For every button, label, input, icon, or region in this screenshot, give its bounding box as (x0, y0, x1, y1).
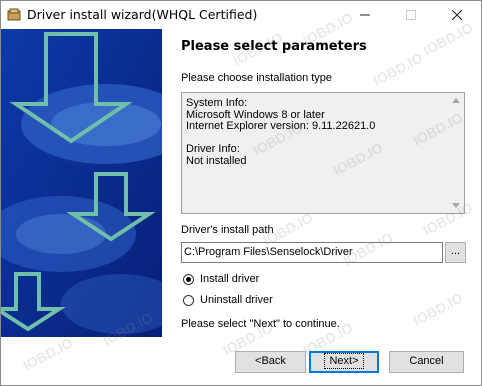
close-icon (452, 10, 462, 20)
minimize-icon (360, 14, 370, 16)
window-title: Driver install wizard(WHQL Certified) (27, 7, 258, 22)
install-driver-radio[interactable] (183, 274, 194, 285)
uninstall-driver-radio[interactable] (183, 295, 194, 306)
wizard-content: Please select parameters Please choose i… (162, 29, 481, 337)
browse-button[interactable]: ... (445, 242, 466, 263)
maximize-button[interactable] (388, 1, 434, 29)
scroll-down-icon[interactable] (452, 203, 460, 208)
continue-hint: Please select "Next" to continue. (181, 318, 340, 330)
scroll-up-icon[interactable] (452, 98, 460, 103)
title-bar: Driver install wizard(WHQL Certified) (1, 1, 481, 29)
install-path-label: Driver's install path (181, 224, 274, 236)
install-driver-label[interactable]: Install driver (200, 273, 259, 285)
maximize-icon (406, 10, 416, 20)
uninstall-driver-label[interactable]: Uninstall driver (200, 294, 273, 306)
wizard-banner (1, 29, 162, 337)
install-path-field[interactable]: C:\Program Files\Senselock\Driver (181, 242, 443, 263)
watermark: IOBD.IO (20, 334, 76, 374)
system-info-text: System Info: Microsoft Windows 8 or late… (186, 97, 376, 167)
minimize-button[interactable] (342, 1, 388, 29)
system-info-box[interactable]: System Info: Microsoft Windows 8 or late… (181, 92, 465, 214)
banner-graphic (1, 29, 162, 337)
app-icon (7, 8, 21, 21)
info-scrollbar[interactable] (449, 93, 464, 213)
back-button[interactable]: <Back (235, 351, 306, 373)
wizard-window: Driver install wizard(WHQL Certified) Pl… (0, 0, 482, 386)
cancel-button[interactable]: Cancel (389, 351, 464, 373)
next-button[interactable]: Next> (309, 351, 379, 373)
close-button[interactable] (434, 1, 480, 29)
next-button-label: Next> (324, 353, 364, 369)
page-title: Please select parameters (181, 39, 367, 54)
install-type-label: Please choose installation type (181, 72, 333, 84)
